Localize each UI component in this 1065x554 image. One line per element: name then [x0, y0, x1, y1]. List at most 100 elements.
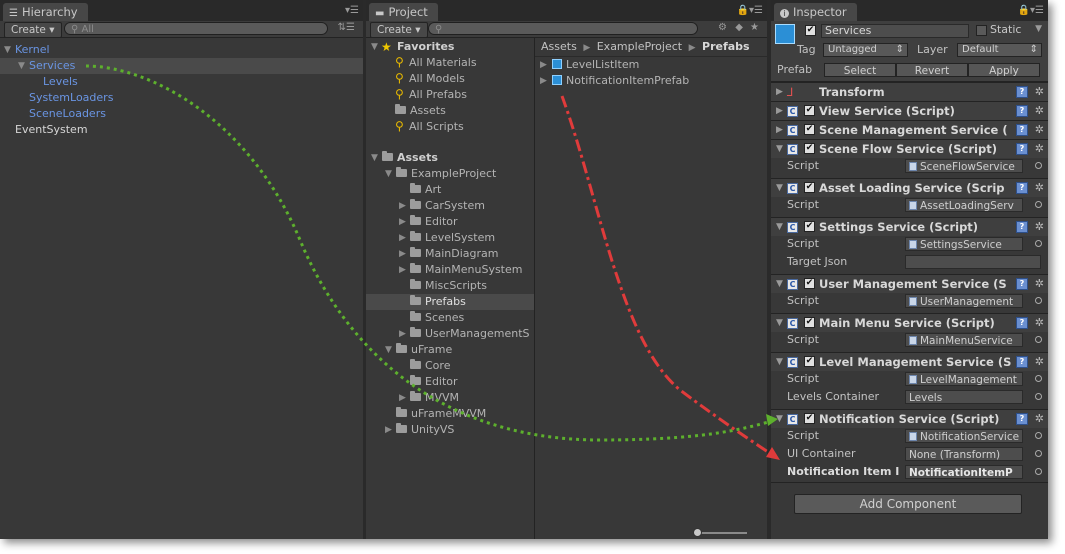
favorite-star-icon[interactable]: ★: [750, 22, 759, 33]
filter-icon[interactable]: ⇅☰: [338, 22, 355, 33]
script-field[interactable]: LevelManagement: [905, 372, 1023, 386]
object-picker-icon[interactable]: [1035, 336, 1042, 343]
expand-arrow-icon[interactable]: ▼: [776, 314, 783, 332]
object-picker-icon[interactable]: [1035, 468, 1042, 475]
script-field[interactable]: AssetLoadingServ: [905, 198, 1023, 212]
project-tab[interactable]: ▬ Project: [369, 3, 438, 21]
folder-item[interactable]: Scenes: [366, 310, 534, 326]
object-name-field[interactable]: Services: [821, 24, 969, 38]
expand-arrow-icon[interactable]: ▼: [776, 275, 783, 293]
collapse-arrow-icon[interactable]: ▶: [399, 214, 406, 230]
project-search-input[interactable]: ⚲: [428, 22, 698, 35]
collapse-arrow-icon[interactable]: ▶: [399, 262, 406, 278]
enabled-checkbox[interactable]: ✔: [804, 182, 815, 193]
favorite-item[interactable]: Assets: [366, 103, 534, 119]
help-icon[interactable]: ?: [1016, 356, 1028, 368]
favorite-item[interactable]: ⚲ All Prefabs: [366, 87, 534, 103]
active-checkbox[interactable]: ✔: [805, 25, 816, 36]
expand-arrow-icon[interactable]: ▼: [776, 140, 783, 158]
slider-handle[interactable]: [693, 528, 702, 537]
help-icon[interactable]: ?: [1016, 278, 1028, 290]
object-picker-icon[interactable]: [1035, 393, 1042, 400]
enabled-checkbox[interactable]: ✔: [804, 356, 815, 367]
object-picker-icon[interactable]: [1035, 162, 1042, 169]
folder-item[interactable]: Art: [366, 182, 534, 198]
collapse-arrow-icon[interactable]: ▶: [776, 121, 783, 139]
folder-item[interactable]: ▶ LevelSystem: [366, 230, 534, 246]
help-icon[interactable]: ?: [1016, 182, 1028, 194]
favorite-item[interactable]: ⚲ All Scripts: [366, 119, 534, 135]
help-icon[interactable]: ?: [1016, 105, 1028, 117]
hierarchy-create-button[interactable]: Create ▾: [4, 22, 62, 38]
filter-by-label-icon[interactable]: ◆: [735, 22, 743, 33]
folder-item[interactable]: ▶ Editor: [366, 214, 534, 230]
favorites-header[interactable]: ▼ ★ Favorites: [366, 39, 534, 55]
folder-item[interactable]: ▶ UserManagementS: [366, 326, 534, 342]
collapse-arrow-icon[interactable]: ▶: [399, 198, 406, 214]
object-picker-icon[interactable]: [1035, 297, 1042, 304]
expand-arrow-icon[interactable]: ▼: [4, 42, 11, 58]
help-icon[interactable]: ?: [1016, 143, 1028, 155]
prefab-revert-button[interactable]: Revert: [896, 63, 968, 77]
component-transform[interactable]: ▶ ⅃ Transform ? ✲: [771, 82, 1048, 101]
enabled-checkbox[interactable]: ✔: [804, 317, 815, 328]
breadcrumb-item[interactable]: ExampleProject: [597, 40, 682, 53]
help-icon[interactable]: ?: [1016, 221, 1028, 233]
help-icon[interactable]: ?: [1016, 317, 1028, 329]
script-field[interactable]: NotificationService: [905, 429, 1023, 443]
folder-item[interactable]: ▶ MainMenuSystem: [366, 262, 534, 278]
expand-arrow-icon[interactable]: ▼: [18, 58, 25, 74]
collapse-arrow-icon[interactable]: ▶: [776, 83, 783, 101]
collapse-arrow-icon[interactable]: ▶: [540, 73, 547, 89]
icon-size-slider[interactable]: [693, 528, 747, 537]
expand-arrow-icon[interactable]: ▼: [776, 353, 783, 371]
enabled-checkbox[interactable]: ✔: [804, 278, 815, 289]
inspector-tab[interactable]: i Inspector: [774, 3, 857, 21]
collapse-arrow-icon[interactable]: ▶: [540, 57, 547, 73]
script-field[interactable]: SettingsService: [905, 237, 1023, 251]
assets-header[interactable]: ▼ Assets: [366, 150, 534, 166]
gear-icon[interactable]: ✲: [1035, 140, 1044, 158]
tag-dropdown[interactable]: Untagged ⇕: [823, 43, 908, 57]
target-json-input[interactable]: [905, 255, 1041, 269]
gear-icon[interactable]: ✲: [1035, 275, 1044, 293]
tree-item-levels[interactable]: Levels: [0, 74, 363, 90]
object-picker-icon[interactable]: [1035, 240, 1042, 247]
folder-item[interactable]: Editor: [366, 374, 534, 390]
expand-arrow-icon[interactable]: ▼: [776, 179, 783, 197]
tree-item-services[interactable]: ▼ Services: [0, 58, 363, 74]
tree-item-event-system[interactable]: EventSystem: [0, 122, 363, 138]
enabled-checkbox[interactable]: ✔: [804, 221, 815, 232]
enabled-checkbox[interactable]: ✔: [804, 143, 815, 154]
gear-icon[interactable]: ✲: [1035, 353, 1044, 371]
object-picker-icon[interactable]: [1035, 201, 1042, 208]
component-level-management-service[interactable]: ▼ C ✔ Level Management Service (S ? ✲: [771, 352, 1048, 371]
levels-container-field[interactable]: Levels: [905, 390, 1023, 404]
ui-container-field[interactable]: None (Transform): [905, 447, 1023, 461]
layer-dropdown[interactable]: Default ⇕: [957, 43, 1042, 57]
script-field[interactable]: MainMenuService: [905, 333, 1023, 347]
panel-menu-icon[interactable]: 🔒▾☰: [1018, 5, 1044, 16]
breadcrumb-item[interactable]: Assets: [541, 40, 577, 53]
enabled-checkbox[interactable]: ✔: [804, 105, 815, 116]
expand-arrow-icon[interactable]: ▼: [385, 342, 392, 358]
enabled-checkbox[interactable]: ✔: [804, 413, 815, 424]
gear-icon[interactable]: ✲: [1035, 314, 1044, 332]
hierarchy-search-input[interactable]: ⚲ All: [64, 22, 328, 35]
expand-arrow-icon[interactable]: ▼: [776, 218, 783, 236]
static-checkbox[interactable]: [976, 25, 987, 36]
script-field[interactable]: SceneFlowService: [905, 159, 1023, 173]
panel-menu-icon[interactable]: 🔒▾☰: [737, 5, 763, 16]
gear-icon[interactable]: ✲: [1035, 83, 1044, 101]
favorite-item[interactable]: ⚲ All Materials: [366, 55, 534, 71]
folder-item[interactable]: MiscScripts: [366, 278, 534, 294]
object-picker-icon[interactable]: [1035, 432, 1042, 439]
filter-by-type-icon[interactable]: ⚙: [718, 22, 727, 33]
tree-item-scene-loaders[interactable]: SceneLoaders: [0, 106, 363, 122]
expand-arrow-icon[interactable]: ▼: [371, 150, 378, 166]
collapse-arrow-icon[interactable]: ▶: [399, 246, 406, 262]
help-icon[interactable]: ?: [1016, 124, 1028, 136]
component-user-management-service[interactable]: ▼ C ✔ User Management Service (S ? ✲: [771, 274, 1048, 293]
asset-file-item[interactable]: ▶ LevelListItem: [535, 57, 767, 73]
component-view-service[interactable]: ▶ C ✔ View Service (Script) ? ✲: [771, 101, 1048, 120]
